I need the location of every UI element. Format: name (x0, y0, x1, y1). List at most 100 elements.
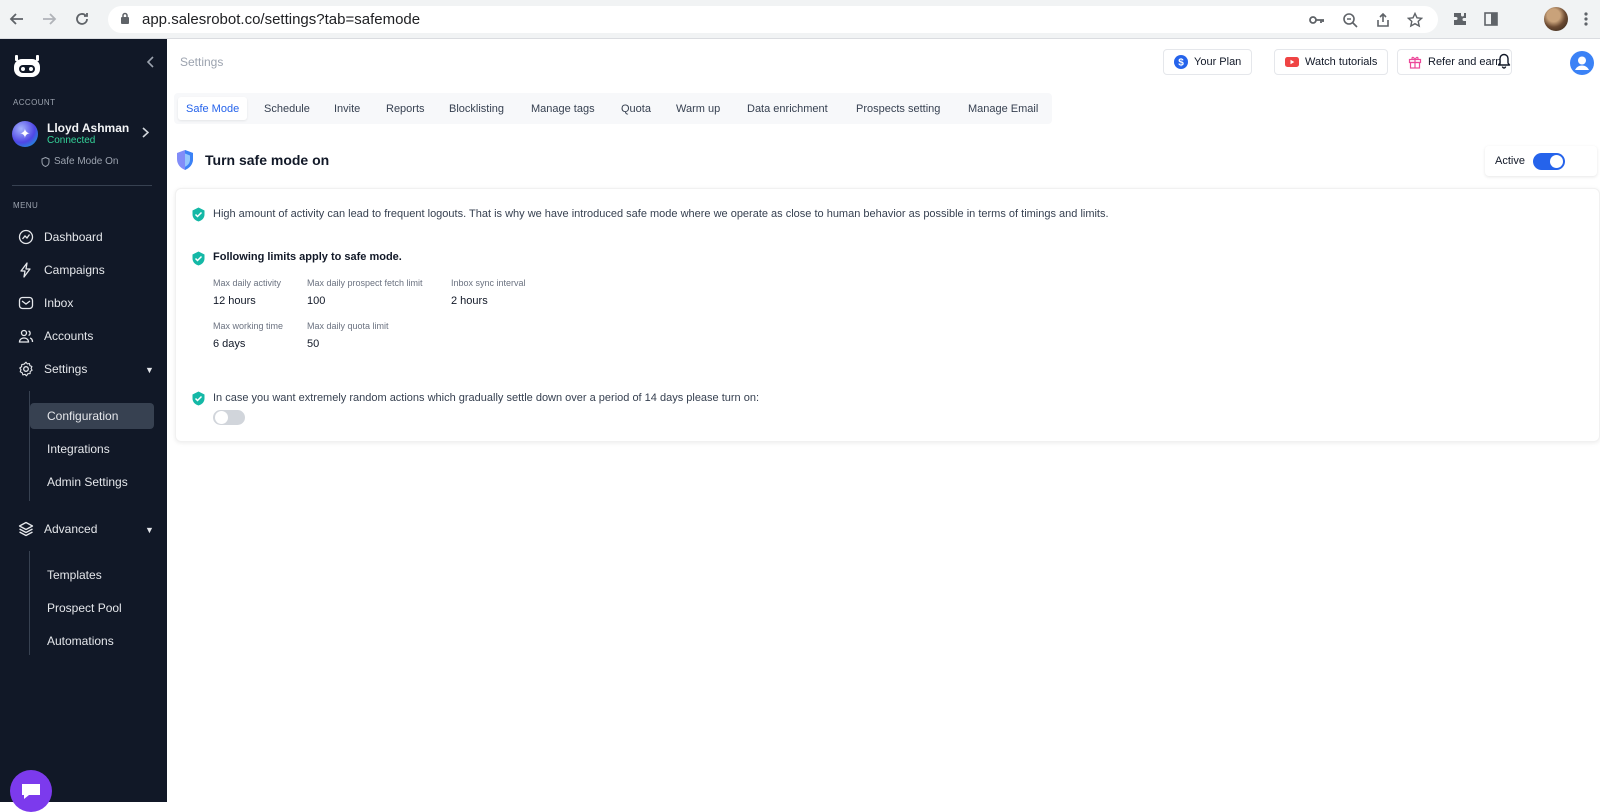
sidebar-item-label: Accounts (44, 329, 94, 343)
safe-mode-card: High amount of activity can lead to freq… (175, 188, 1600, 442)
tab-invite[interactable]: Invite (326, 97, 368, 120)
forward-icon[interactable] (38, 8, 60, 30)
tab-data-enrichment[interactable]: Data enrichment (739, 97, 836, 120)
inbox-icon (18, 296, 34, 310)
tab-manage-tags[interactable]: Manage tags (523, 97, 603, 120)
check-shield-icon (192, 391, 205, 406)
salesrobot-logo-icon[interactable] (12, 55, 42, 79)
limit-label: Max working time (213, 321, 284, 331)
sidebar-item-label: Settings (44, 362, 88, 376)
sidebar-item-settings[interactable]: Settings (18, 358, 87, 380)
watch-tutorials-label: Watch tutorials (1305, 56, 1378, 68)
tab-warm-up[interactable]: Warm up (668, 97, 728, 120)
lock-icon (120, 12, 130, 30)
chart-icon (18, 229, 34, 245)
bell-icon[interactable] (1497, 53, 1511, 74)
sidebar-item-label: Advanced (44, 522, 98, 536)
account-section-label: ACCOUNT (13, 98, 56, 107)
browser-toolbar: app.salesrobot.co/settings?tab=safemode (0, 0, 1600, 39)
sidebar-sub-configuration[interactable]: Configuration (30, 403, 154, 429)
browser-menu-icon[interactable] (1576, 9, 1596, 29)
watch-tutorials-button[interactable]: Watch tutorials (1274, 49, 1389, 75)
gear-icon (19, 361, 33, 377)
address-bar[interactable]: app.salesrobot.co/settings?tab=safemode (108, 6, 1438, 33)
refer-and-earn-label: Refer and earn (1428, 56, 1502, 68)
gift-icon (1408, 56, 1422, 69)
random-actions-text: In case you want extremely random action… (213, 392, 760, 404)
limit-value: 2 hours (451, 295, 488, 307)
chat-icon (22, 784, 40, 799)
sidebar-item-label: Campaigns (44, 263, 105, 277)
sidebar-item-accounts[interactable]: Accounts (18, 325, 93, 347)
chat-support-button[interactable] (10, 770, 52, 812)
account-avatar: ✦ (12, 121, 38, 147)
zoom-icon[interactable] (1341, 12, 1359, 28)
sidebar-item-campaigns[interactable]: Campaigns (18, 259, 105, 281)
main-content: Settings $ Your Plan Watch tutorials Ref… (167, 39, 1600, 802)
account-switcher[interactable]: ✦ Lloyd Ashman Connected (12, 119, 157, 151)
sidebar: ACCOUNT ✦ Lloyd Ashman Connected Safe Mo… (0, 39, 167, 812)
caret-down-icon[interactable]: ▼ (145, 525, 154, 535)
shield-icon (41, 156, 50, 167)
active-switch[interactable] (1532, 152, 1565, 170)
check-shield-icon (192, 207, 205, 222)
menu-section-label: MENU (13, 201, 39, 210)
user-profile-icon[interactable] (1570, 51, 1594, 75)
youtube-icon (1285, 57, 1299, 67)
safe-mode-active-toggle[interactable]: Active (1485, 146, 1597, 176)
shield-icon (177, 150, 193, 170)
safe-mode-status-text: Safe Mode On (54, 156, 119, 167)
tab-prospects-setting[interactable]: Prospects setting (848, 97, 948, 120)
users-icon (18, 329, 34, 343)
sidebar-item-inbox[interactable]: Inbox (18, 292, 73, 314)
back-icon[interactable] (6, 8, 28, 30)
limit-label: Inbox sync interval (451, 278, 526, 288)
browser-profile-avatar[interactable] (1544, 7, 1568, 31)
settings-tabs: Safe Mode Schedule Invite Reports Blockl… (174, 93, 1052, 124)
safe-mode-status: Safe Mode On (41, 156, 118, 167)
bolt-icon (20, 262, 31, 278)
side-panel-icon[interactable] (1481, 9, 1501, 29)
sidebar-item-label: Dashboard (44, 230, 103, 244)
tab-safe-mode[interactable]: Safe Mode (178, 97, 248, 120)
sidebar-sub-templates[interactable]: Templates (30, 562, 154, 588)
sidebar-sub-integrations[interactable]: Integrations (30, 436, 154, 462)
key-icon[interactable] (1308, 12, 1326, 28)
bookmark-star-icon[interactable] (1406, 12, 1424, 28)
limit-label: Max daily activity (213, 278, 282, 288)
chevron-right-icon (142, 127, 150, 141)
sidebar-item-dashboard[interactable]: Dashboard (18, 226, 103, 248)
collapse-sidebar-icon[interactable] (146, 55, 154, 71)
svg-text:$: $ (1178, 58, 1184, 69)
dollar-icon: $ (1174, 55, 1188, 69)
tab-blocklisting[interactable]: Blocklisting (441, 97, 512, 120)
limit-value: 100 (307, 295, 326, 307)
extensions-icon[interactable] (1450, 9, 1470, 29)
tab-schedule[interactable]: Schedule (256, 97, 318, 120)
account-name: Lloyd Ashman (47, 121, 130, 135)
limit-value: 50 (307, 338, 320, 350)
limit-value: 6 days (213, 338, 246, 350)
limit-label: Max daily quota limit (307, 321, 389, 331)
account-status: Connected (47, 135, 96, 146)
tab-reports[interactable]: Reports (378, 97, 433, 120)
limit-label: Max daily prospect fetch limit (307, 278, 423, 288)
your-plan-button[interactable]: $ Your Plan (1163, 49, 1253, 75)
your-plan-label: Your Plan (1194, 56, 1242, 68)
safe-mode-intro: High amount of activity can lead to freq… (213, 208, 1109, 220)
layers-icon (18, 521, 34, 537)
caret-down-icon[interactable]: ▼ (145, 365, 154, 375)
reload-icon[interactable] (71, 8, 93, 30)
sidebar-sub-admin-settings[interactable]: Admin Settings (30, 469, 154, 495)
active-label: Active (1495, 155, 1525, 167)
sidebar-item-advanced[interactable]: Advanced (18, 518, 97, 540)
check-shield-icon (192, 251, 205, 266)
sidebar-sub-automations[interactable]: Automations (30, 628, 154, 654)
random-actions-toggle[interactable] (213, 410, 245, 425)
refer-and-earn-button[interactable]: Refer and earn (1397, 49, 1513, 75)
tab-quota[interactable]: Quota (613, 97, 659, 120)
sidebar-sub-prospect-pool[interactable]: Prospect Pool (30, 595, 154, 621)
tab-manage-email[interactable]: Manage Email (960, 97, 1046, 120)
url-text: app.salesrobot.co/settings?tab=safemode (142, 11, 421, 28)
share-icon[interactable] (1374, 12, 1392, 28)
